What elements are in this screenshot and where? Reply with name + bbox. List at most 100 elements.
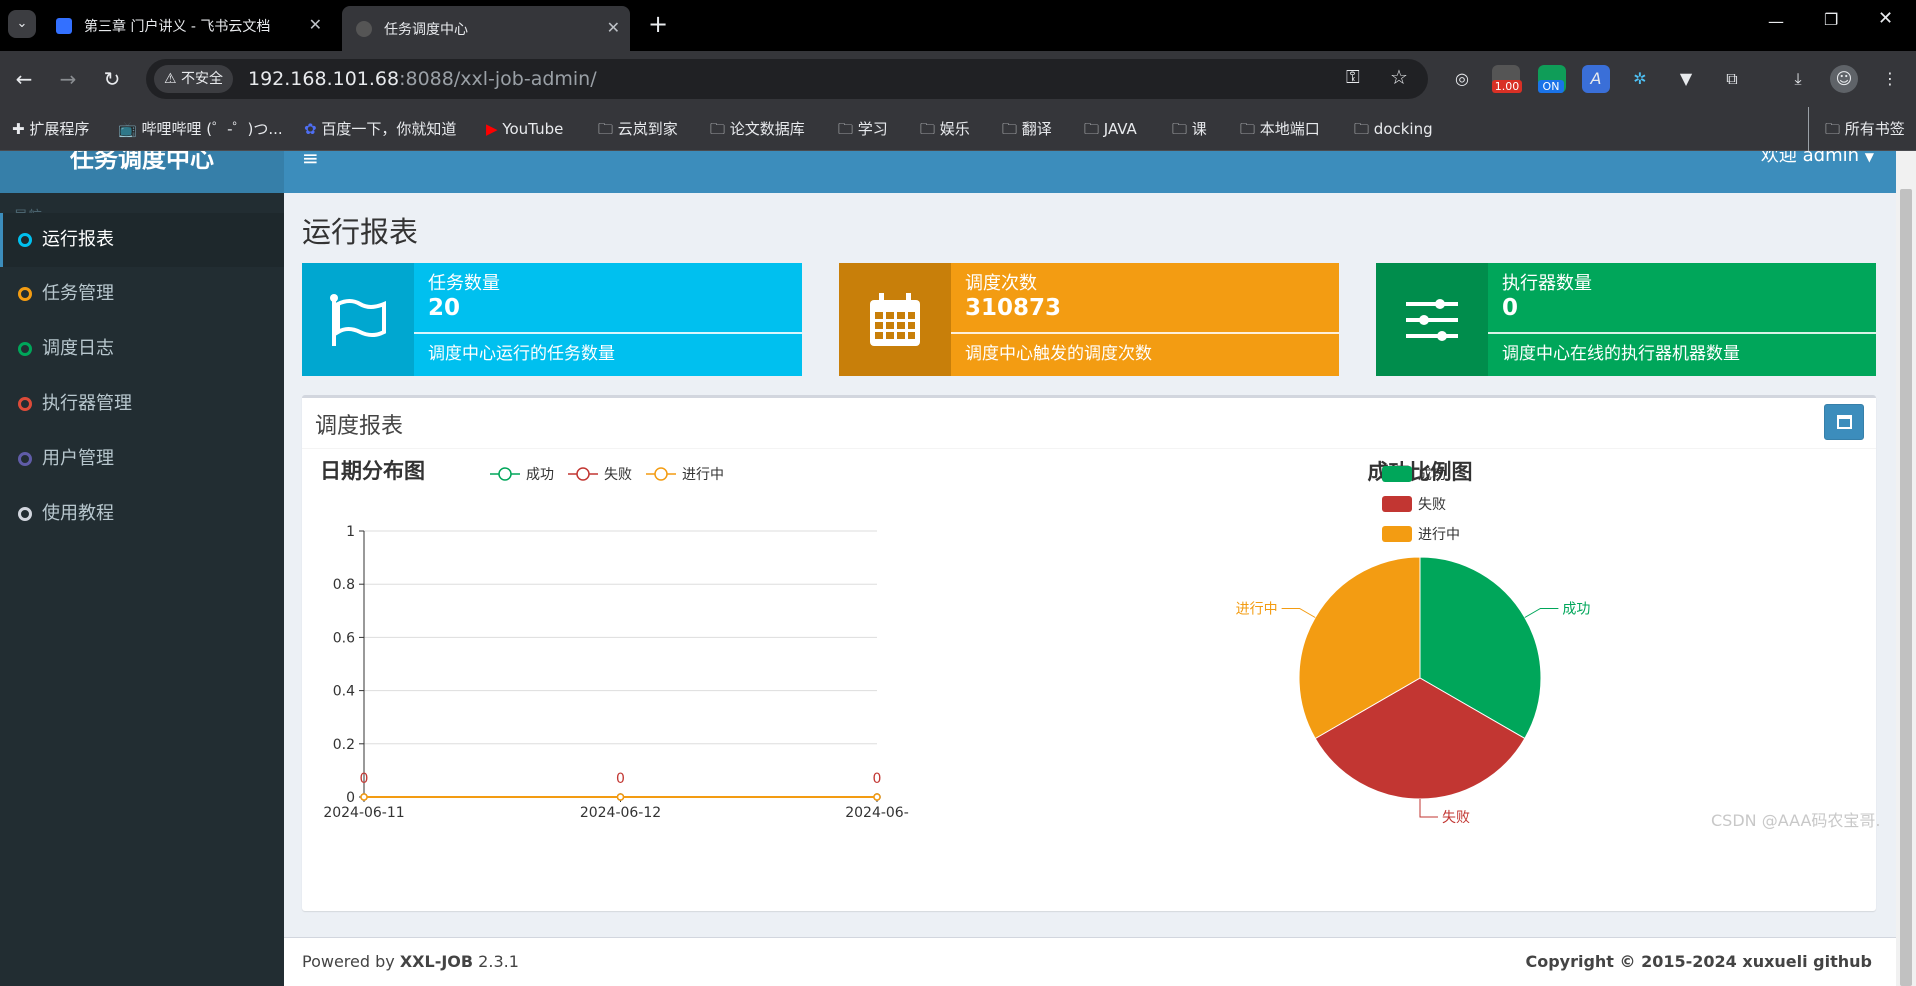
pie-chart-plot: 成功失败 进行中: [1236, 556, 1590, 826]
folder-icon: 🗀: [1084, 120, 1100, 138]
info-box-title: 任务数量: [428, 273, 500, 294]
info-box-title: 调度次数: [965, 273, 1037, 294]
bookmark-baidu[interactable]: ✿ 百度一下，你就知道: [304, 107, 456, 151]
app-logo[interactable]: 任务调度中心: [0, 151, 284, 193]
all-bookmarks[interactable]: 🗀 所有书签: [1808, 107, 1905, 151]
folder-icon: 🗀: [838, 120, 854, 138]
restore-button[interactable]: ❐: [1824, 10, 1838, 29]
bookmark-label: 扩展程序: [29, 120, 90, 138]
page-footer: Powered by XXL-JOB 2.3.1 Copyright © 201…: [284, 937, 1896, 986]
info-box-desc: 调度中心在线的执行器机器数量: [1502, 344, 1740, 364]
tab-search-button[interactable]: ⌄: [8, 10, 36, 38]
browser-toolbar: ← → ↻ ⚠ 不安全 192.168.101.68:8088/xxl-job-…: [0, 51, 1916, 107]
folder-icon: 🗀: [1172, 120, 1188, 138]
back-button[interactable]: ←: [10, 65, 38, 93]
x-tick-label: 2024-06-12: [580, 805, 661, 821]
user-menu[interactable]: 欢迎 admin ▼: [1761, 151, 1874, 165]
folder-icon: 🗀: [598, 120, 614, 138]
profile-avatar-icon[interactable]: ☺: [1830, 65, 1858, 93]
new-tab-button[interactable]: +: [648, 8, 668, 40]
footer-right[interactable]: Copyright © 2015-2024 xuxueli github: [1525, 952, 1872, 971]
extensions-puzzle-icon[interactable]: ⧉: [1718, 65, 1746, 93]
flag-icon: [302, 263, 414, 376]
baidu-icon: ✿: [304, 120, 317, 138]
key-icon[interactable]: ⚿: [1346, 67, 1360, 88]
puzzle-icon: ✚: [12, 120, 25, 138]
extension-badge-icon[interactable]: 1.00: [1492, 65, 1522, 93]
bookmark-folder[interactable]: 🗀 娱乐: [920, 107, 970, 151]
bookmark-folder[interactable]: 🗀 docking: [1354, 107, 1433, 151]
bookmark-folder[interactable]: 🗀 论文数据库: [710, 107, 805, 151]
pie-label: 失败: [1442, 810, 1470, 826]
legend-marker: [576, 467, 590, 481]
bookmark-folder[interactable]: 🗀 翻译: [1002, 107, 1052, 151]
warning-icon: ⚠: [164, 71, 177, 87]
browser-tab-active[interactable]: 任务调度中心 ✕: [342, 6, 630, 51]
extension-on-icon[interactable]: ON: [1538, 65, 1566, 93]
url-text[interactable]: 192.168.101.68:8088/xxl-job-admin/: [248, 59, 597, 99]
pie-label-line: [1419, 799, 1438, 818]
scrollbar-thumb[interactable]: [1900, 189, 1912, 986]
bookmarks-bar: ✚ 扩展程序 📺 哔哩哔哩 (゜-゜)つ... ✿ 百度一下，你就知道 ▶ Yo…: [0, 107, 1916, 151]
sidebar-item-label: 任务管理: [42, 283, 114, 304]
date-range-button[interactable]: [1824, 404, 1864, 440]
footer-version: 2.3.1: [473, 952, 519, 971]
page-scrollbar[interactable]: [1896, 151, 1916, 986]
sidebar-item-report[interactable]: 运行报表: [0, 213, 284, 267]
info-box-desc: 调度中心运行的任务数量: [428, 344, 615, 364]
y-tick-label: 0.6: [333, 630, 355, 646]
sidebar-item-label: 用户管理: [42, 448, 114, 469]
security-label: 不安全: [181, 71, 224, 87]
pie-label-line: [1524, 608, 1559, 618]
sidebar-item-users[interactable]: 用户管理: [0, 432, 284, 486]
browser-tab-feishu[interactable]: 第三章 门户讲义 - 飞书云文档 ✕: [42, 8, 332, 43]
sidebar-item-jobs[interactable]: 任务管理: [0, 267, 284, 321]
data-label: 0: [873, 771, 882, 787]
minimize-button[interactable]: —: [1768, 12, 1784, 31]
y-tick-label: 0.4: [333, 684, 355, 700]
tab-title: 第三章 门户讲义 - 飞书云文档: [84, 18, 271, 35]
download-icon[interactable]: ⤓: [1784, 65, 1812, 93]
line-chart-legend: 成功 失败 进行中: [490, 467, 724, 483]
more-menu-icon[interactable]: ⋮: [1876, 65, 1904, 93]
progress-divider: [951, 332, 1339, 334]
close-window-button[interactable]: ✕: [1878, 8, 1893, 29]
satellite-extension-icon[interactable]: ✲: [1626, 65, 1654, 93]
translate-extension-icon[interactable]: A: [1582, 65, 1610, 93]
extension-glasses-icon[interactable]: ◎: [1448, 65, 1476, 93]
close-icon[interactable]: ✕: [607, 18, 620, 37]
bookmark-folder[interactable]: 🗀 JAVA: [1084, 107, 1137, 151]
bookmark-bilibili[interactable]: 📺 哔哩哔哩 (゜-゜)つ...: [118, 107, 283, 151]
vue-extension-icon[interactable]: ▼: [1672, 65, 1700, 93]
extension-badge: 1.00: [1492, 80, 1522, 93]
star-icon[interactable]: ☆: [1390, 65, 1408, 89]
reload-button[interactable]: ↻: [98, 65, 126, 93]
close-icon[interactable]: ✕: [309, 15, 322, 34]
data-point: [360, 793, 368, 801]
circle-icon: [18, 233, 32, 247]
x-tick-label: 2024-06-: [845, 805, 909, 821]
sidebar-item-label: 运行报表: [42, 229, 114, 250]
address-bar[interactable]: ⚠ 不安全 192.168.101.68:8088/xxl-job-admin/…: [146, 59, 1428, 99]
forward-button[interactable]: →: [54, 65, 82, 93]
bookmark-label: 哔哩哔哩 (゜-゜)つ...: [141, 120, 283, 138]
bookmark-extensions[interactable]: ✚ 扩展程序: [12, 107, 89, 151]
line-chart-title: 日期分布图: [320, 459, 425, 483]
menu-toggle-icon[interactable]: ≡: [302, 151, 319, 168]
report-charts: 日期分布图 成功 失败 进行中 00.20.40.60.812024-06-11 20…: [320, 459, 1590, 826]
sidebar-item-executors[interactable]: 执行器管理: [0, 377, 284, 431]
bookmark-folder[interactable]: 🗀 本地端口: [1240, 107, 1320, 151]
sidebar-item-help[interactable]: 使用教程: [0, 487, 284, 541]
bookmark-folder[interactable]: 🗀 课: [1172, 107, 1207, 151]
circle-icon: [18, 397, 32, 411]
security-chip[interactable]: ⚠ 不安全: [154, 65, 234, 93]
bookmark-folder[interactable]: 🗀 云岚到家: [598, 107, 678, 151]
sidebar-item-logs[interactable]: 调度日志: [0, 322, 284, 376]
top-header: ≡ 欢迎 admin ▼: [284, 151, 1896, 193]
legend-swatch: [1382, 466, 1412, 482]
bookmark-folder[interactable]: 🗀 学习: [838, 107, 888, 151]
youtube-icon: ▶: [486, 120, 498, 138]
bookmark-youtube[interactable]: ▶ YouTube: [486, 107, 563, 151]
folder-icon: 🗀: [1825, 120, 1841, 138]
folder-icon: 🗀: [920, 120, 936, 138]
